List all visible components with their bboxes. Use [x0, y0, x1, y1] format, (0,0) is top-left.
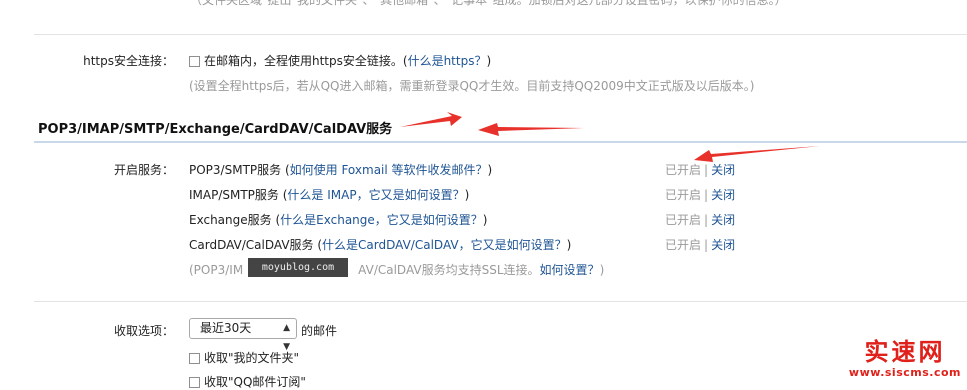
- annotation-arrows: [400, 112, 820, 162]
- arrow-3: [694, 146, 820, 162]
- arrow-2: [478, 123, 584, 136]
- site-brand-logo: 实速网 www.siscms.com: [848, 338, 961, 380]
- arrow-1: [400, 112, 462, 127]
